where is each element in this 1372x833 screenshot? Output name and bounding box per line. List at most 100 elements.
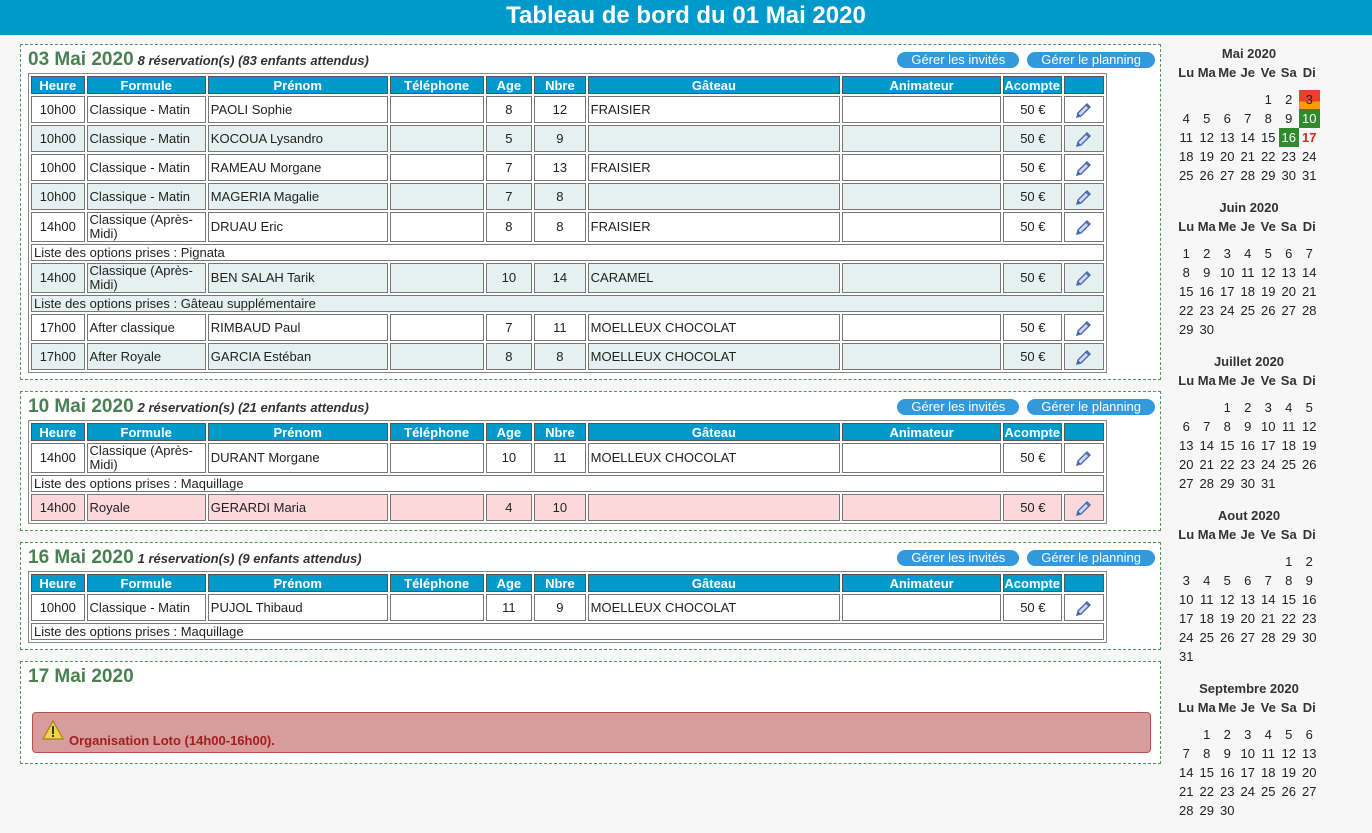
table-row[interactable]: 17h00 After Royale GARCIA Estéban 8 8 MOELLEU… bbox=[31, 343, 1104, 370]
calendar-day[interactable]: 23 bbox=[1279, 147, 1300, 166]
calendar-day[interactable]: 21 bbox=[1258, 609, 1279, 628]
calendar-day[interactable]: 18 bbox=[1176, 147, 1197, 166]
column-header[interactable]: Formule bbox=[86, 423, 206, 441]
column-header[interactable]: Heure bbox=[31, 574, 85, 592]
calendar-day[interactable]: 16 bbox=[1197, 282, 1218, 301]
calendar-day[interactable]: 30 bbox=[1299, 628, 1320, 647]
calendar-day[interactable]: 28 bbox=[1238, 166, 1259, 185]
calendar-day[interactable]: 23 bbox=[1217, 782, 1238, 801]
calendar-day[interactable]: 30 bbox=[1279, 166, 1300, 185]
calendar-day[interactable]: 17 bbox=[1238, 763, 1259, 782]
table-row[interactable]: 14h00 Royale GERARDI Maria 4 10 50 € bbox=[31, 494, 1104, 521]
calendar-day[interactable]: 24 bbox=[1217, 301, 1238, 320]
calendar-day[interactable]: 14 bbox=[1176, 763, 1197, 782]
calendar-day[interactable]: 29 bbox=[1258, 166, 1279, 185]
calendar-day[interactable]: 13 bbox=[1238, 590, 1259, 609]
calendar-day[interactable]: 22 bbox=[1217, 455, 1238, 474]
calendar-day[interactable]: 19 bbox=[1217, 609, 1238, 628]
calendar-day[interactable]: 11 bbox=[1258, 744, 1279, 763]
calendar-day[interactable]: 5 bbox=[1279, 725, 1300, 744]
calendar-day[interactable]: 8 bbox=[1176, 263, 1197, 282]
column-header[interactable]: Gâteau bbox=[587, 76, 841, 94]
column-header[interactable]: Gâteau bbox=[587, 423, 841, 441]
calendar-day[interactable]: 25 bbox=[1176, 166, 1197, 185]
column-header[interactable]: Nbre bbox=[534, 76, 586, 94]
calendar-day[interactable]: 2 bbox=[1197, 244, 1218, 263]
column-header[interactable]: Heure bbox=[31, 76, 85, 94]
column-header[interactable]: Acompte bbox=[1002, 76, 1062, 94]
calendar-day[interactable]: 3 bbox=[1258, 398, 1279, 417]
calendar-day[interactable]: 31 bbox=[1258, 474, 1279, 493]
calendar-day[interactable]: 6 bbox=[1299, 725, 1320, 744]
calendar-day[interactable]: 13 bbox=[1176, 436, 1197, 455]
edit-button[interactable] bbox=[1063, 343, 1104, 370]
calendar-day[interactable]: 16 bbox=[1299, 590, 1320, 609]
calendar-day[interactable]: 29 bbox=[1176, 320, 1197, 339]
calendar-day[interactable]: 9 bbox=[1238, 417, 1259, 436]
edit-button[interactable] bbox=[1063, 183, 1104, 210]
table-row[interactable]: 10h00 Classique - Matin MAGERIA Magalie 7 8 5… bbox=[31, 183, 1104, 210]
table-row[interactable]: 10h00 Classique - Matin RAMEAU Morgane 7 13 F… bbox=[31, 154, 1104, 181]
calendar-day[interactable]: 30 bbox=[1238, 474, 1259, 493]
calendar-day[interactable]: 11 bbox=[1279, 417, 1300, 436]
table-row[interactable]: 10h00 Classique - Matin PAOLI Sophie 8 12 FRA… bbox=[31, 96, 1104, 123]
calendar-day[interactable]: 10 bbox=[1217, 263, 1238, 282]
calendar-day[interactable]: 20 bbox=[1217, 147, 1238, 166]
calendar-day[interactable]: 23 bbox=[1197, 301, 1218, 320]
calendar-day[interactable]: 11 bbox=[1238, 263, 1259, 282]
edit-button[interactable] bbox=[1063, 594, 1104, 621]
column-header[interactable]: Animateur bbox=[842, 574, 1001, 592]
calendar-day[interactable]: 20 bbox=[1299, 763, 1320, 782]
calendar-day[interactable]: 9 bbox=[1217, 744, 1238, 763]
calendar-day[interactable]: 4 bbox=[1258, 725, 1279, 744]
calendar-day[interactable]: 21 bbox=[1197, 455, 1218, 474]
calendar-day[interactable]: 31 bbox=[1299, 166, 1320, 185]
calendar-day[interactable]: 1 bbox=[1279, 552, 1300, 571]
table-row[interactable]: 14h00 Classique (Après-Midi) BEN SALAH Tar… bbox=[31, 263, 1104, 293]
calendar-day[interactable]: 26 bbox=[1258, 301, 1279, 320]
column-header[interactable]: Animateur bbox=[842, 423, 1001, 441]
calendar-day[interactable]: 22 bbox=[1258, 147, 1279, 166]
calendar-day[interactable]: 13 bbox=[1217, 128, 1238, 147]
calendar-day[interactable]: 11 bbox=[1197, 590, 1218, 609]
calendar-day[interactable]: 13 bbox=[1279, 263, 1300, 282]
column-header[interactable]: Prénom bbox=[207, 574, 388, 592]
calendar-day[interactable]: 2 bbox=[1299, 552, 1320, 571]
calendar-day[interactable]: 5 bbox=[1299, 398, 1320, 417]
calendar-day[interactable]: 10 bbox=[1258, 417, 1279, 436]
column-header[interactable]: Téléphone bbox=[389, 574, 484, 592]
column-header[interactable]: Téléphone bbox=[389, 76, 484, 94]
calendar-day[interactable]: 22 bbox=[1197, 782, 1218, 801]
calendar-day[interactable]: 20 bbox=[1238, 609, 1259, 628]
calendar-day[interactable]: 6 bbox=[1176, 417, 1197, 436]
calendar-day[interactable]: 1 bbox=[1176, 244, 1197, 263]
calendar-day[interactable]: 26 bbox=[1197, 166, 1218, 185]
calendar-day[interactable]: 1 bbox=[1197, 725, 1218, 744]
calendar-day[interactable]: 25 bbox=[1279, 455, 1300, 474]
calendar-day[interactable]: 15 bbox=[1258, 128, 1279, 147]
table-row[interactable]: 10h00 Classique - Matin PUJOL Thibaud 11 9 MO… bbox=[31, 594, 1104, 621]
calendar-day[interactable]: 1 bbox=[1217, 398, 1238, 417]
table-row[interactable]: 17h00 After classique RIMBAUD Paul 7 11 MOELL… bbox=[31, 314, 1104, 341]
calendar-day[interactable]: 29 bbox=[1197, 801, 1218, 820]
column-header[interactable]: Prénom bbox=[207, 423, 388, 441]
calendar-day[interactable]: 23 bbox=[1238, 455, 1259, 474]
column-header[interactable]: Age bbox=[485, 423, 533, 441]
calendar-day[interactable]: 20 bbox=[1176, 455, 1197, 474]
table-row[interactable]: 14h00 Classique (Après-Midi) DRUAU Eric 8 8 F… bbox=[31, 212, 1104, 242]
calendar-day[interactable]: 30 bbox=[1217, 801, 1238, 820]
calendar-day[interactable]: 2 bbox=[1279, 90, 1300, 109]
calendar-day[interactable]: 8 bbox=[1279, 571, 1300, 590]
calendar-day[interactable]: 18 bbox=[1279, 436, 1300, 455]
column-header[interactable]: Nbre bbox=[534, 423, 586, 441]
column-header[interactable]: Formule bbox=[86, 76, 206, 94]
manage-guests-button[interactable]: Gérer les invités bbox=[897, 52, 1020, 68]
calendar-day[interactable]: 7 bbox=[1176, 744, 1197, 763]
calendar-day[interactable]: 7 bbox=[1299, 244, 1320, 263]
calendar-day[interactable]: 5 bbox=[1258, 244, 1279, 263]
calendar-day[interactable]: 29 bbox=[1279, 628, 1300, 647]
edit-button[interactable] bbox=[1063, 443, 1104, 473]
calendar-day[interactable]: 6 bbox=[1238, 571, 1259, 590]
calendar-day[interactable]: 9 bbox=[1279, 109, 1300, 128]
edit-button[interactable] bbox=[1063, 96, 1104, 123]
